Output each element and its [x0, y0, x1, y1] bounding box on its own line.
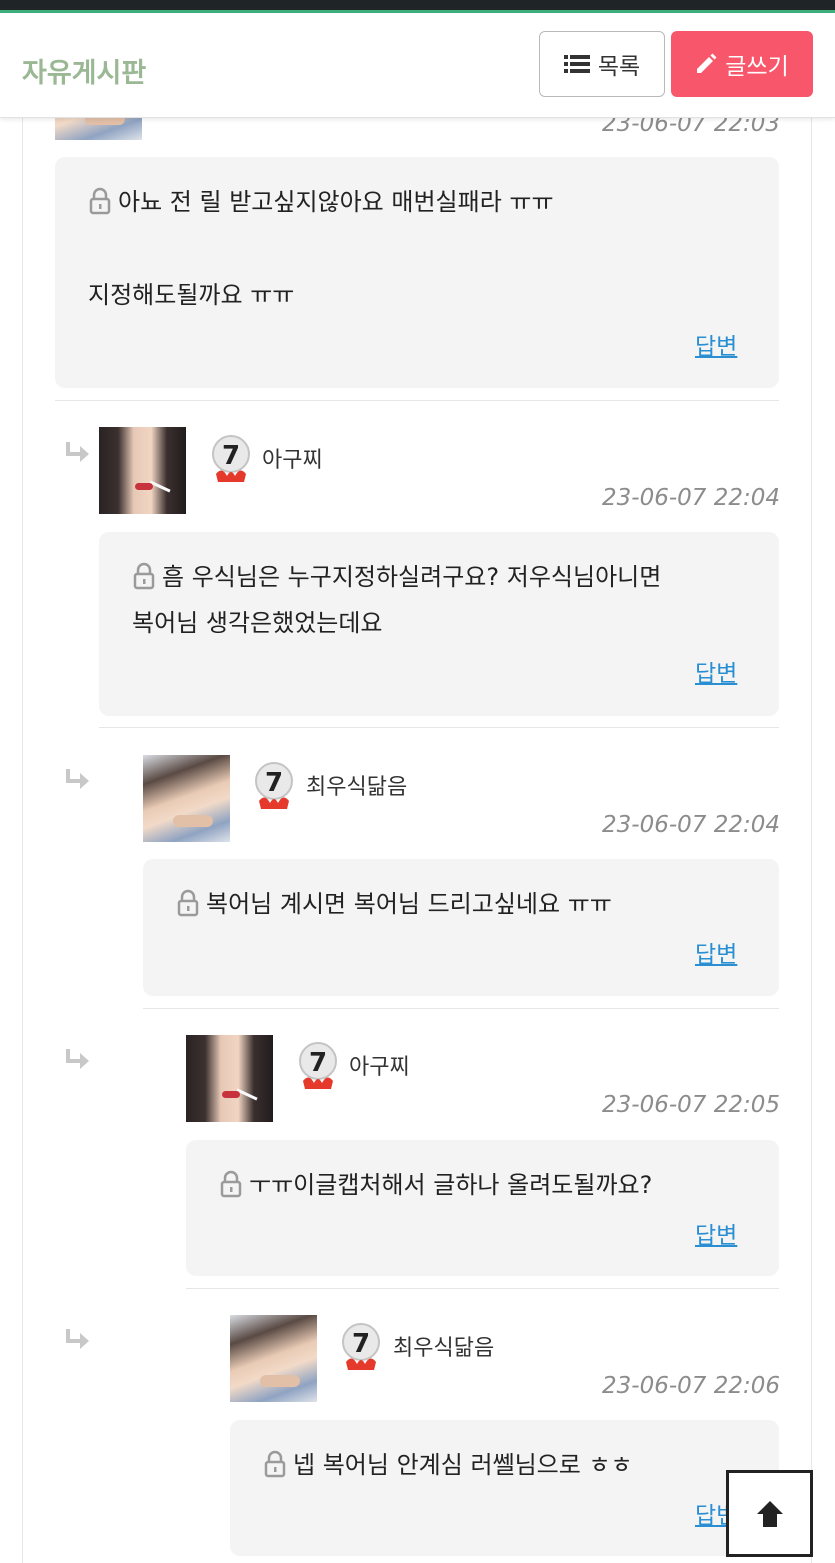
comment-text: ㅜㅠ이글캡처해서 글하나 올려도될까요?: [219, 1162, 652, 1208]
comment-text: 복어님 생각은했었는데요: [132, 609, 383, 637]
scroll-to-top-button[interactable]: [726, 1470, 813, 1557]
comment-author[interactable]: 최우식닮음: [393, 1330, 494, 1362]
svg-text:7: 7: [222, 441, 240, 471]
comment-author[interactable]: 아구찌: [262, 442, 323, 474]
comment-date: 23-06-07 22:06: [602, 1373, 780, 1399]
lock-icon: [264, 1450, 286, 1478]
write-button[interactable]: 글쓰기: [671, 31, 813, 97]
comment-text: 넵 복어님 안계심 러쎌님으로 ㅎㅎ: [263, 1442, 633, 1488]
comment-author[interactable]: 아구찌: [349, 1049, 410, 1081]
comment-bubble: 복어님 계시면 복어님 드리고싶네요 ㅠㅠ 답변: [143, 859, 779, 996]
comment-bubble: 아뇨 전 릴 받고싶지않아요 매번실패라 ㅠㅠ 지정해도될까요 ㅠㅠ 답변: [55, 157, 779, 388]
lock-icon: [220, 1170, 242, 1198]
write-button-label: 글쓰기: [725, 54, 789, 80]
reply-link[interactable]: 답변: [695, 1216, 737, 1250]
lock-icon: [133, 562, 155, 590]
avatar: [143, 755, 230, 842]
list-button[interactable]: 목록: [539, 31, 665, 97]
reply-arrow-icon: [66, 442, 89, 462]
comment-date: 23-06-07 22:04: [602, 485, 780, 511]
reply-arrow-icon: [66, 769, 89, 789]
comment-bubble: 흠 우식님은 누구지정하실려구요? 저우식님아니면 복어님 생각은했었는데요 답…: [99, 532, 779, 716]
lock-icon: [177, 889, 199, 917]
reply-link[interactable]: 답변: [695, 327, 737, 361]
reply-link[interactable]: 답변: [695, 935, 737, 969]
board-header: 자유게시판 목록 글쓰기: [0, 13, 835, 118]
reply-arrow-icon: [66, 1049, 89, 1069]
top-status-strip: [0, 0, 835, 10]
arrow-up-icon: [756, 1500, 783, 1527]
level-7-badge-icon: 7: [212, 435, 250, 482]
pencil-icon: [697, 53, 717, 73]
comment-divider: [186, 1288, 779, 1289]
comment-text: 흠 우식님은 누구지정하실려구요? 저우식님아니면: [132, 554, 661, 600]
reply-link[interactable]: 답변: [695, 654, 737, 688]
level-7-badge-icon: 7: [255, 762, 293, 809]
list-button-label: 목록: [597, 54, 641, 80]
level-7-badge-icon: 7: [299, 1042, 337, 1089]
board-title[interactable]: 자유게시판: [22, 51, 146, 90]
comment-bubble: 넵 복어님 안계심 러쎌님으로 ㅎㅎ 답변: [230, 1420, 779, 1556]
lock-icon: [89, 187, 111, 215]
avatar: [230, 1315, 317, 1402]
comment-date: 23-06-07 22:04: [602, 812, 780, 838]
avatar: [186, 1035, 273, 1122]
list-icon: [563, 55, 590, 73]
comment-date: 23-06-07 22:05: [602, 1092, 780, 1118]
avatar: [99, 427, 186, 514]
comment-author[interactable]: 최우식닮음: [306, 769, 407, 801]
svg-text:7: 7: [309, 1048, 327, 1078]
comment-text: 복어님 계시면 복어님 드리고싶네요 ㅠㅠ: [176, 881, 612, 927]
comment-bubble: ㅜㅠ이글캡처해서 글하나 올려도될까요? 답변: [186, 1140, 779, 1276]
svg-text:7: 7: [265, 768, 283, 798]
comment-divider: [143, 1008, 779, 1009]
level-7-badge-icon: 7: [342, 1323, 380, 1370]
comment-divider: [55, 400, 779, 401]
comment-text: 지정해도될까요 ㅠㅠ: [88, 281, 295, 309]
comment-text: 아뇨 전 릴 받고싶지않아요 매번실패라 ㅠㅠ: [88, 179, 554, 225]
svg-text:7: 7: [352, 1329, 370, 1359]
comment-divider: [99, 727, 779, 728]
reply-arrow-icon: [66, 1329, 89, 1349]
